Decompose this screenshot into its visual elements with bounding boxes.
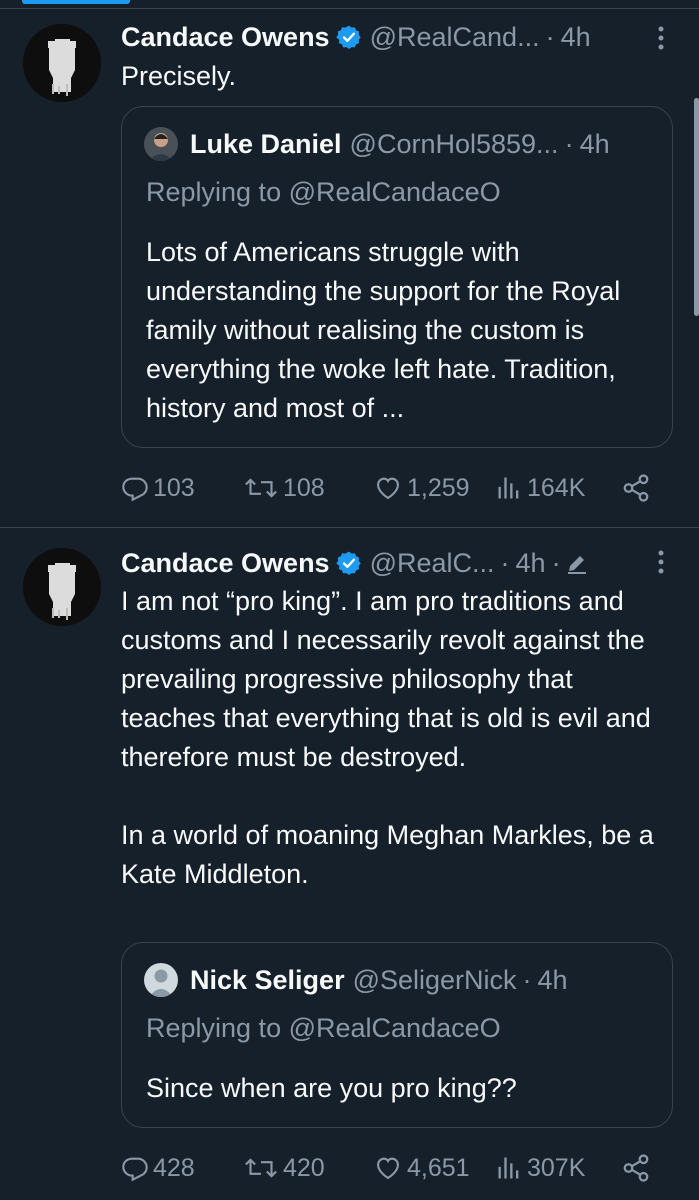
views-count: 307K (527, 1153, 586, 1182)
quoted-tweet-text: Lots of Americans struggle with understa… (146, 237, 621, 423)
quoted-timestamp: 4h (537, 964, 568, 995)
more-options-icon[interactable] (657, 550, 665, 579)
replying-to-label: Replying to (146, 1013, 282, 1043)
author-handle[interactable]: @RealCand... (370, 22, 540, 53)
quoted-tweet-text: Since when are you pro king?? (146, 1073, 517, 1103)
quoted-tweet[interactable]: Luke Daniel @CornHol5859... · 4h Replyin… (121, 106, 673, 448)
tweet-text: Precisely. (121, 61, 237, 91)
tweet-divider (0, 527, 699, 528)
quoted-author-handle: @CornHol5859... (349, 128, 559, 159)
edit-pencil-icon[interactable] (565, 551, 589, 575)
tweet-header: Candace Owens @RealCand... · 4h (121, 20, 591, 54)
tweet-actions: 103 108 1,259 164K (121, 470, 661, 506)
author-name[interactable]: Candace Owens (121, 548, 330, 579)
author-name[interactable]: Candace Owens (121, 22, 330, 53)
quoted-tweet[interactable]: Nick Seliger @SeligerNick · 4h Replying … (121, 942, 673, 1128)
like-button[interactable]: 4,651 (373, 1154, 495, 1183)
tweet-actions: 428 420 4,651 307K (121, 1150, 661, 1186)
reply-icon (122, 477, 148, 502)
retweet-button[interactable]: 108 (243, 474, 373, 503)
share-icon (623, 474, 649, 502)
retweet-icon (245, 478, 277, 498)
like-count: 4,651 (407, 1153, 470, 1182)
retweet-count: 420 (283, 1153, 325, 1182)
replying-to-mention: @RealCandaceO (288, 177, 501, 207)
heart-icon (377, 477, 399, 500)
replying-to-label: Replying to (146, 177, 282, 207)
like-count: 1,259 (407, 473, 470, 502)
quoted-avatar (144, 127, 178, 161)
fist-logo-icon (23, 548, 101, 626)
top-divider (0, 8, 699, 9)
share-button[interactable] (621, 473, 655, 503)
separator-dot: · (551, 547, 561, 578)
views-icon (498, 1157, 519, 1179)
retweet-icon (245, 1158, 277, 1178)
replying-to: Replying to @RealCandaceO (146, 177, 501, 208)
separator-dot: · (500, 547, 510, 578)
quoted-tweet-header: Luke Daniel @CornHol5859... · 4h (144, 127, 610, 161)
separator-dot: · (545, 21, 555, 52)
quoted-avatar (144, 963, 178, 997)
reply-button[interactable]: 103 (121, 474, 243, 503)
author-handle[interactable]: @RealC... (370, 548, 495, 579)
tweet-header: Candace Owens @RealC... · 4h · (121, 546, 589, 580)
avatar[interactable] (23, 548, 101, 626)
views-icon (498, 477, 519, 499)
reply-button[interactable]: 428 (121, 1154, 243, 1183)
more-options-icon[interactable] (657, 26, 665, 55)
retweet-count: 108 (283, 473, 325, 502)
scrollbar[interactable] (694, 98, 699, 316)
separator-dot: · (522, 964, 532, 995)
avatar[interactable] (23, 24, 101, 102)
quoted-author-name: Luke Daniel (190, 128, 342, 159)
reply-icon (122, 1157, 148, 1182)
quoted-author-handle: @SeligerNick (352, 964, 517, 995)
separator-dot: · (564, 128, 574, 159)
views-button[interactable]: 164K (495, 474, 621, 503)
timestamp[interactable]: 4h (516, 548, 546, 579)
share-icon (623, 1154, 649, 1182)
default-user-icon (144, 963, 178, 997)
quoted-timestamp: 4h (579, 128, 610, 159)
share-button[interactable] (621, 1153, 655, 1183)
like-button[interactable]: 1,259 (373, 474, 495, 503)
retweet-button[interactable]: 420 (243, 1154, 373, 1183)
tweet-text: I am not “pro king”. I am pro traditions… (121, 586, 654, 889)
reply-count: 428 (153, 1153, 195, 1182)
replying-to-mention: @RealCandaceO (288, 1013, 501, 1043)
heart-icon (377, 1157, 399, 1180)
user-photo-icon (144, 127, 178, 161)
verified-badge-icon (335, 24, 362, 50)
active-tab-indicator (22, 0, 130, 4)
verified-badge-icon (335, 550, 362, 576)
replying-to: Replying to @RealCandaceO (146, 1013, 501, 1044)
views-count: 164K (527, 473, 586, 502)
timestamp[interactable]: 4h (561, 22, 591, 53)
reply-count: 103 (153, 473, 195, 502)
quoted-tweet-header: Nick Seliger @SeligerNick · 4h (144, 963, 568, 997)
views-button[interactable]: 307K (495, 1154, 621, 1183)
quoted-author-name: Nick Seliger (190, 964, 345, 995)
fist-logo-icon (23, 24, 101, 102)
